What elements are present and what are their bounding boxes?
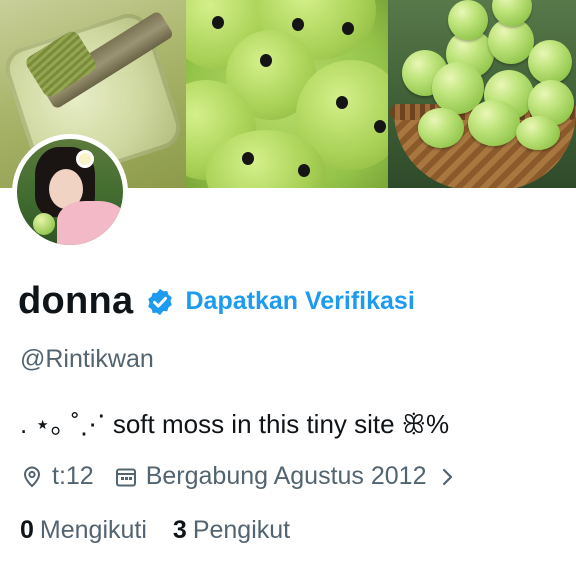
verified-badge-icon[interactable] xyxy=(145,287,175,317)
apple xyxy=(418,108,464,148)
apple xyxy=(468,100,520,146)
apple xyxy=(516,116,560,150)
followers-label: Pengikut xyxy=(192,516,291,544)
followers-link[interactable]: 3 Pengikut xyxy=(173,516,290,545)
following-label: Mengikuti xyxy=(39,516,147,544)
follow-stats: 0 Mengikuti 3 Pengikut xyxy=(20,516,290,545)
banner-panel-frogs xyxy=(186,0,388,188)
profile-location: t:12 xyxy=(52,462,94,490)
following-count: 0 xyxy=(20,516,34,544)
apple xyxy=(448,0,488,40)
display-name: donna xyxy=(18,280,134,322)
avatar-apple xyxy=(33,213,55,235)
profile-handle: @Rintikwan xyxy=(20,345,154,373)
profile-meta-row: t:12 Bergabung Agustus 2012 xyxy=(20,462,457,491)
profile-bio: . ⋆｡ ˚⋰ soft moss in this tiny site ꕥ% xyxy=(20,409,450,439)
name-row: donna Dapatkan Verifikasi xyxy=(18,280,415,323)
apple xyxy=(528,40,572,84)
profile-avatar[interactable] xyxy=(12,134,128,250)
followers-count: 3 xyxy=(172,516,187,544)
location-pin-icon xyxy=(23,466,41,487)
calendar-icon xyxy=(115,468,136,486)
avatar-hair-flower xyxy=(79,153,91,165)
banner-panel-apples xyxy=(388,0,576,188)
get-verified-link[interactable]: Dapatkan Verifikasi xyxy=(185,287,414,316)
profile-join-date: Bergabung Agustus 2012 xyxy=(145,462,427,490)
avatar-photo xyxy=(17,139,123,245)
chevron-right-icon[interactable] xyxy=(439,465,457,489)
following-link[interactable]: 0 Mengikuti xyxy=(20,516,147,545)
